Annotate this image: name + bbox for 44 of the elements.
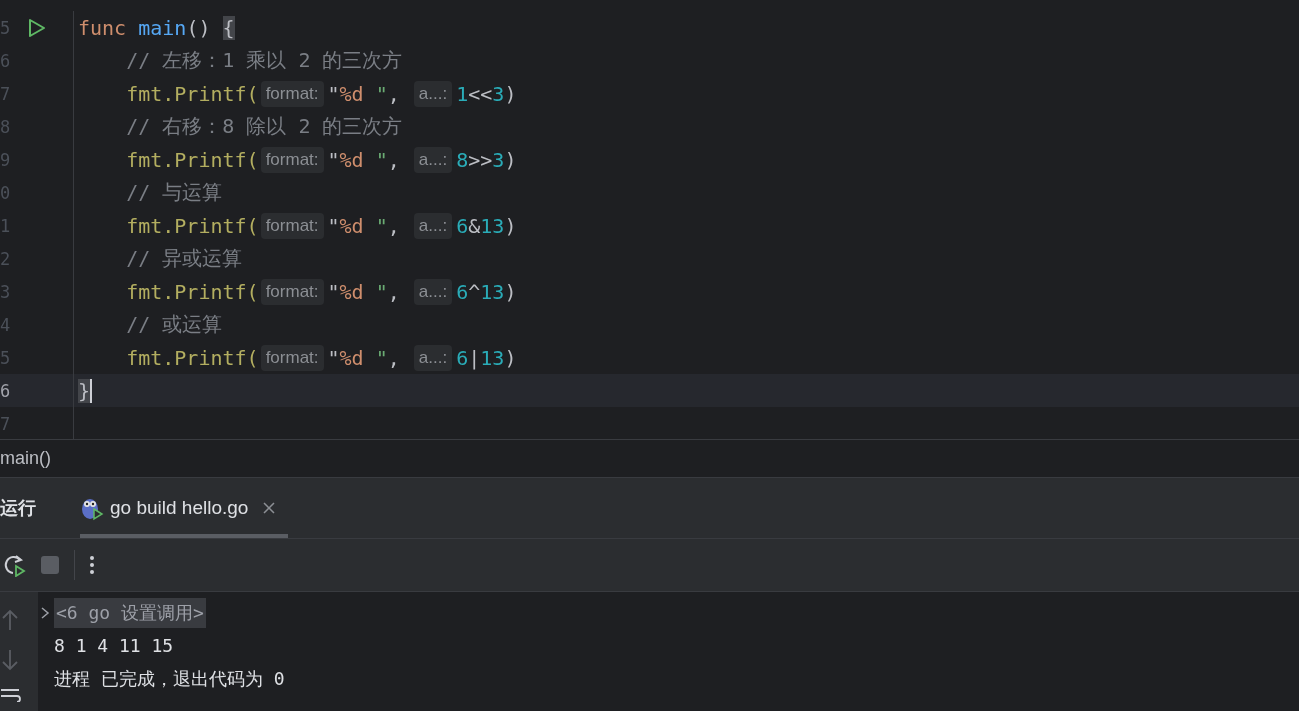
code-text: // 右移：8 除以 2 的三次方 [125, 113, 403, 140]
code-text: fmt.Printf( [125, 147, 259, 172]
console-output: 8 1 4 11 15 [54, 635, 174, 656]
code-text: "%d ", [327, 147, 401, 172]
inlay-hint: format: [260, 146, 324, 173]
code-text: fmt.Printf( [125, 81, 259, 106]
process-status: 进程 已完成，退出代码为 0 [54, 666, 285, 691]
code-text: "%d ", [327, 213, 401, 238]
inlay-hint: a...: [413, 212, 453, 239]
code-text: } [78, 378, 93, 403]
inlay-hint: a...: [413, 80, 453, 107]
run-icon[interactable] [26, 17, 46, 38]
code-text: "%d ", [327, 279, 401, 304]
line-number: 6 [0, 380, 12, 401]
more-icon[interactable] [89, 555, 95, 575]
code-text: // 左移：1 乘以 2 的三次方 [125, 47, 403, 74]
code-text: 6|13) [456, 345, 517, 370]
code-text: 6&13) [456, 213, 517, 238]
inlay-hint: a...: [413, 278, 453, 305]
code-text: func main() { [78, 15, 235, 40]
chevron-icon[interactable] [40, 605, 50, 620]
rerun-icon[interactable] [2, 553, 26, 577]
code-text: fmt.Printf( [125, 213, 259, 238]
code-text: // 或运算 [125, 311, 223, 338]
code-text: // 异或运算 [125, 245, 243, 272]
code-text: fmt.Printf( [125, 345, 259, 370]
close-icon[interactable] [262, 501, 277, 515]
code-text: 6^13) [456, 279, 517, 304]
breadcrumb[interactable]: main() [0, 448, 51, 469]
inlay-hint: format: [260, 278, 324, 305]
inlay-hint: format: [260, 80, 324, 107]
code-text: "%d ", [327, 81, 401, 106]
code-text: fmt.Printf( [125, 279, 259, 304]
code-text: // 与运算 [125, 179, 223, 206]
soft-wrap-icon[interactable] [0, 688, 22, 702]
code-text: 8>>3) [456, 147, 517, 172]
inlay-hint: a...: [413, 146, 453, 173]
inlay-hint: format: [260, 212, 324, 239]
inlay-hint: a...: [413, 344, 453, 371]
panel-title: 运行 [0, 496, 36, 520]
console-command: <6 go 设置调用> [54, 597, 206, 628]
inlay-hint: format: [260, 344, 324, 371]
code-text: "%d ", [327, 345, 401, 370]
code-text: 1<<3) [456, 81, 517, 106]
